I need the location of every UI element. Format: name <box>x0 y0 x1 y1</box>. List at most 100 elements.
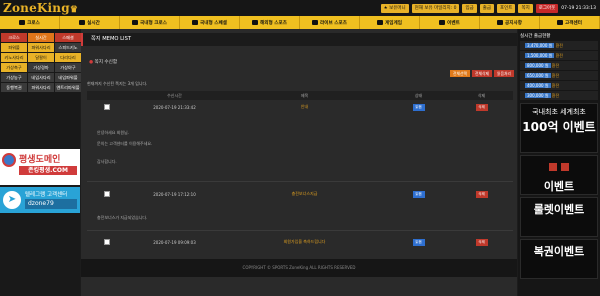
event-banner-title: 이벤트 <box>543 180 575 193</box>
app: ZoneKing♛ ★ 보유머니 현재 보유 마일리지: 0 입금 출금 포인트… <box>0 0 600 296</box>
row-checkbox[interactable] <box>104 191 110 197</box>
delete-button[interactable]: 삭제 <box>475 238 488 246</box>
memo-panel: 쪽지 MEMO LIST ● 쪽지 수신함 전체선택 전체삭제 읽음처리 현재까… <box>81 29 517 296</box>
game-menu-item[interactable]: 네임사다리 <box>28 73 54 82</box>
telegram-banner[interactable]: ➤ 텔레그램 고객센터 dzone79 <box>0 187 80 213</box>
row-subject[interactable]: 회원가입을 축하드립니다 <box>222 235 387 249</box>
gift-box-icon <box>549 162 557 171</box>
logout-button[interactable]: 로그아웃 <box>535 3 559 13</box>
deposit-button[interactable]: 입금 <box>462 3 477 13</box>
nav-notice[interactable]: 공지사항 <box>480 16 540 29</box>
row-delete-cell: 삭제 <box>450 187 513 201</box>
col-time: 수신시간 <box>167 93 182 98</box>
game-menu-item[interactable]: 가상야구 <box>55 63 81 72</box>
game-menu-item[interactable]: 엔트리파워볼 <box>55 83 81 92</box>
nav-support[interactable]: 고객센터 <box>540 16 600 29</box>
game-menu-item[interactable]: 파워사다리 <box>28 83 54 92</box>
live-icon <box>79 20 86 25</box>
game-menu-item[interactable]: 파워사다리 <box>28 43 54 52</box>
game-menu-item[interactable]: 다리다리 <box>55 53 81 62</box>
mileage-button[interactable]: 현재 보유 마일리지: 0 <box>411 3 460 13</box>
notice-icon <box>497 20 504 25</box>
delete-all-button[interactable]: 전체삭제 <box>472 70 493 77</box>
game-menu-item[interactable]: 스피드키노 <box>55 43 81 52</box>
special-icon <box>192 20 199 25</box>
row-status-cell: 읽음 <box>387 187 450 201</box>
game-menu-item[interactable]: 스페셜 <box>55 33 81 42</box>
row-checkbox-cell <box>87 100 127 114</box>
crown-icon: ♛ <box>69 5 79 15</box>
game-menu-item[interactable]: 달팔이 <box>28 53 54 62</box>
row-subject[interactable]: 충전보너스지급 <box>222 187 387 201</box>
read-button[interactable]: 읽음 <box>412 103 425 111</box>
mark-read-button[interactable]: 읽음처리 <box>494 70 514 77</box>
game-menu-grid: 크로스 실시간 스페셜 파워볼 파워사다리 스피드키노 키노사다리 달팔이 다리… <box>0 33 81 92</box>
withdraw-row: 1,500,000 원 환전 <box>520 51 598 60</box>
event-banner-title: 복권이벤트 <box>533 245 585 258</box>
domain-banner[interactable]: 평생도메인 존킹평생.COM <box>0 149 80 185</box>
nav-live[interactable]: 실시간 <box>60 16 120 29</box>
row-delete-cell: 삭제 <box>450 235 513 249</box>
game-menu-item[interactable]: 크로스 <box>1 33 27 42</box>
row-time: 2020-07-19 17:12:10 <box>153 191 196 197</box>
sport-icon <box>19 20 26 25</box>
page-title: 쪽지 MEMO LIST <box>81 33 517 46</box>
nav-domestic-special[interactable]: 국내형 스페셜 <box>180 16 240 29</box>
point-button[interactable]: 포인트 <box>497 3 516 13</box>
divider <box>87 230 513 231</box>
withdraw-row: 650,000 원 환전 <box>520 71 598 80</box>
nav-cross[interactable]: 크로스 <box>0 16 60 29</box>
row-subject[interactable]: 안내 <box>222 100 387 114</box>
delete-button[interactable]: 삭제 <box>475 103 488 111</box>
row-checkbox[interactable] <box>104 239 110 245</box>
delete-button[interactable]: 삭제 <box>475 190 488 198</box>
nav-live-sports[interactable]: 라이브 스포츠 <box>300 16 360 29</box>
memo-actions: 전체선택 전체삭제 읽음처리 <box>450 70 514 77</box>
table-row[interactable]: 2020-07-19 17:12:10 충전보너스지급 읽음 삭제 <box>87 187 513 201</box>
support-icon <box>557 20 564 25</box>
site-logo[interactable]: ZoneKing♛ <box>3 1 78 15</box>
table-row[interactable]: 2020-07-19 09:09:03 회원가입을 축하드립니다 읽음 삭제 <box>87 235 513 249</box>
nav-event[interactable]: 이벤트 <box>420 16 480 29</box>
game-menu-item[interactable]: 키노사다리 <box>1 53 27 62</box>
memo-count-info: 현재까지 수신된 쪽지는 3개 입니다. <box>87 81 148 86</box>
event-banner-lottery[interactable]: 복권이벤트 <box>520 239 598 279</box>
balance-button[interactable]: ★ 보유머니 <box>380 3 409 13</box>
top-actions: ★ 보유머니 현재 보유 마일리지: 0 입금 출금 포인트 쪽지 로그아웃 0… <box>380 3 596 13</box>
event-banner-100[interactable]: 국내최초 세계최초 100억 이벤트 <box>520 103 598 153</box>
nav-overseas[interactable]: 해외형 스포츠 <box>240 16 300 29</box>
select-all-button[interactable]: 전체선택 <box>450 70 471 77</box>
game-menu-item[interactable]: 실시간 <box>28 33 54 42</box>
telegram-id: dzone79 <box>25 199 77 209</box>
withdraw-button[interactable]: 출금 <box>479 3 495 13</box>
memo-button[interactable]: 쪽지 <box>518 3 533 13</box>
game-menu-item[interactable]: 파워볼 <box>1 43 27 52</box>
event-banner-gift[interactable]: 이벤트 <box>520 155 598 195</box>
divider <box>87 181 513 182</box>
game-menu-item[interactable]: 가상농구 <box>1 73 27 82</box>
event-banner-subtitle: 국내최초 세계최초 <box>532 108 586 116</box>
event-banner-title: 100억 이벤트 <box>522 120 596 134</box>
domain-banner-sub: 존킹평생.COM <box>19 166 77 175</box>
col-status: 상태 <box>414 93 423 98</box>
nav-domestic-cross[interactable]: 국내형 크로스 <box>120 16 180 29</box>
table-row[interactable]: 2020-07-19 21:33:42 안내 읽음 삭제 <box>87 100 513 114</box>
footer: COPYRIGHT © SPORTS ZoneKing ALL RIGHTS R… <box>81 259 517 277</box>
game-menu-item[interactable]: 가상축구 <box>1 63 27 72</box>
game-menu-item[interactable]: 네임파워볼 <box>55 73 81 82</box>
game-menu-item[interactable]: 가상경마 <box>28 63 54 72</box>
memo-message-line: 감사합니다. <box>97 159 117 164</box>
tab-inbox[interactable]: ● 쪽지 수신함 <box>89 58 249 68</box>
telegram-title: 텔레그램 고객센터 <box>25 192 68 198</box>
top-bar: ZoneKing♛ ★ 보유머니 현재 보유 마일리지: 0 입금 출금 포인트… <box>0 0 600 16</box>
row-checkbox[interactable] <box>104 104 110 110</box>
game-menu-item[interactable]: 동행복권 <box>1 83 27 92</box>
read-button[interactable]: 읽음 <box>412 238 425 246</box>
withdraw-row: 300,000 원 환전 <box>520 91 598 100</box>
nav-games[interactable]: 게임게임 <box>360 16 420 29</box>
telegram-icon: ➤ <box>3 191 21 209</box>
clock: 07-19 21:33:13 <box>561 5 596 11</box>
row-status-cell: 읽음 <box>387 100 450 114</box>
read-button[interactable]: 읽음 <box>412 190 425 198</box>
event-banner-roulette[interactable]: 룰렛이벤트 <box>520 197 598 237</box>
